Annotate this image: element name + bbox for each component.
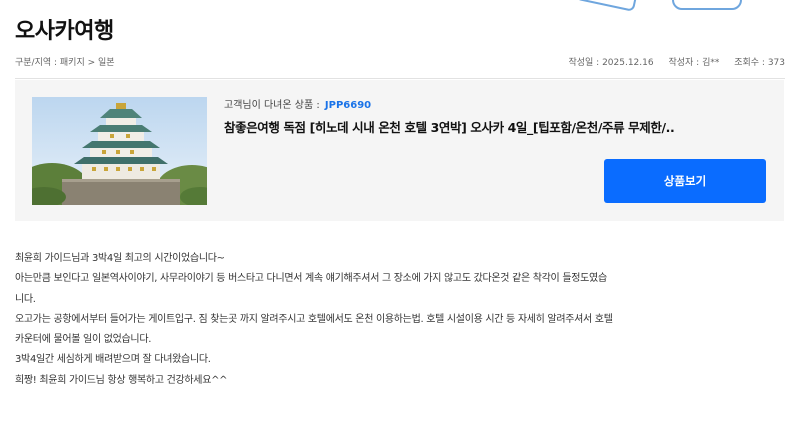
post-author: 작성자 : 김** (668, 58, 720, 68)
meta-row: 구분/지역 : 패키지 > 일본 작성일 : 2025.12.16 작성자 : … (15, 55, 785, 69)
review-line: 오고가는 공항에서부터 들어가는 게이트입구. 짐 찾는곳 까지 알려주시고 호… (15, 313, 613, 325)
page-title: 오사카여행 (15, 19, 114, 44)
product-code-line: 고객님이 다녀온 상품 : JPP6690 (224, 96, 371, 111)
breadcrumb: 구분/지역 : 패키지 > 일본 (15, 58, 115, 68)
divider (15, 78, 785, 79)
product-code: JPP6690 (324, 100, 372, 111)
product-code-label: 고객님이 다녀온 상품 : (224, 100, 320, 111)
decorative-shape (672, 0, 742, 10)
product-thumbnail[interactable] (32, 97, 207, 205)
decorative-shape (574, 0, 642, 12)
product-card: 고객님이 다녀온 상품 : JPP6690 참좋은여행 독점 [히노데 시내 온… (15, 80, 784, 221)
review-body: 최윤희 가이드님과 3박4일 최고의 시간이었습니다~ 아는만큼 보인다고 일본… (15, 249, 787, 391)
review-line: 최윤희 가이드님과 3박4일 최고의 시간이었습니다~ (15, 253, 225, 264)
post-meta: 작성일 : 2025.12.16 작성자 : 김** 조회수 : 373 (556, 55, 785, 68)
review-line: 카운터에 물어볼 일이 없었습니다. (15, 334, 152, 346)
osaka-castle-image (32, 97, 207, 205)
review-line: 니다. (15, 293, 36, 305)
review-line: 아는만큼 보인다고 일본역사이야기, 사무라이야기 등 버스타고 다니면서 계속… (15, 273, 607, 285)
post-date: 작성일 : 2025.12.16 (568, 58, 654, 68)
review-line: 희짱! 최윤희 가이드님 항상 행복하고 건강하세요^^ (15, 374, 228, 386)
post-views: 조회수 : 373 (734, 58, 785, 68)
review-line: 3박4일간 세심하게 배려받으며 잘 다녀왔습니다. (15, 354, 211, 366)
product-name-link[interactable]: 참좋은여행 독점 [히노데 시내 온천 호텔 3연박] 오사카 4일_[팁포함/… (224, 117, 675, 136)
view-product-button[interactable]: 상품보기 (604, 159, 766, 203)
